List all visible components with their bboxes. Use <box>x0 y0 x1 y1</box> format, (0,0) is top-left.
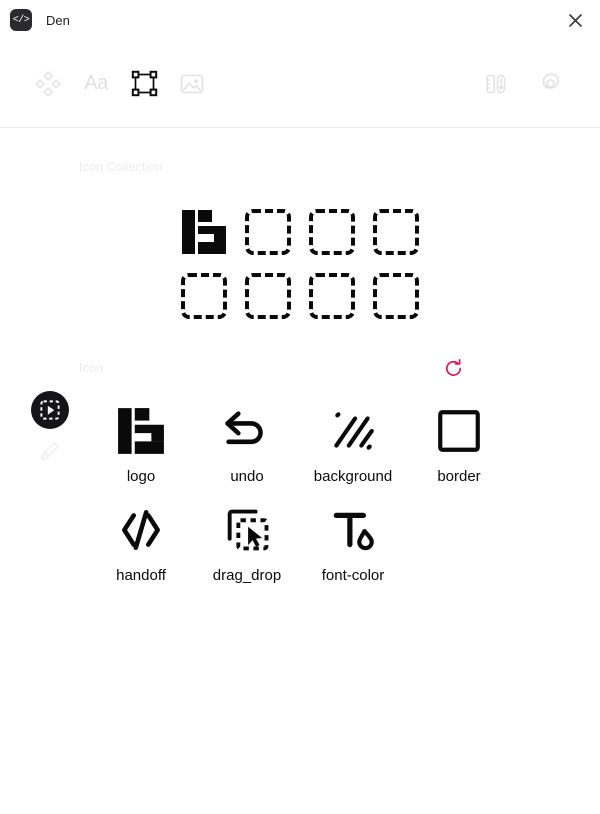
square-outline-icon <box>438 410 480 452</box>
icon-label: undo <box>230 468 264 485</box>
icon-label: handoff <box>116 567 166 584</box>
dashed-placeholder-icon <box>245 209 291 255</box>
frame-tool-button[interactable] <box>124 64 164 104</box>
collection-placeholder-cell[interactable] <box>236 200 300 264</box>
text-tool-button[interactable]: Aa <box>76 64 116 104</box>
icon-item-handoff[interactable]: handoff <box>88 493 194 592</box>
four-diamonds-icon <box>35 70 61 97</box>
logo-icon <box>182 210 226 254</box>
dashed-placeholder-icon <box>373 209 419 255</box>
content-area: Icon Collection Icon logo undo backgroun… <box>0 128 600 592</box>
collection-placeholder-cell[interactable] <box>364 264 428 328</box>
collection-placeholder-cell[interactable] <box>172 264 236 328</box>
icon-art <box>324 501 382 559</box>
close-icon <box>568 13 582 27</box>
icon-label: border <box>437 468 481 485</box>
collection-grid-wrap <box>0 200 600 328</box>
icon-art <box>218 402 276 460</box>
code-slash-icon <box>122 509 160 550</box>
icon-collection-grid <box>172 200 428 328</box>
icon-results-grid: logo undo background border handoff drag… <box>0 394 600 592</box>
image-icon <box>180 74 204 93</box>
icon-label: drag_drop <box>212 567 282 584</box>
icon-art <box>430 402 488 460</box>
icon-item-undo[interactable]: undo <box>194 394 300 493</box>
diagonal-stripes-icon <box>334 412 374 450</box>
settings-button[interactable] <box>530 64 570 104</box>
collection-placeholder-cell[interactable] <box>300 264 364 328</box>
icon-item-background[interactable]: background <box>300 394 406 493</box>
icon-art <box>218 501 276 559</box>
gear-icon <box>542 72 559 90</box>
logo-icon <box>118 408 164 454</box>
app-window: </> Den Aa Icon Collection Icon logo und… <box>0 0 600 814</box>
frame-cursor-icon <box>40 400 60 420</box>
shapes-tool-button[interactable] <box>28 64 68 104</box>
icon-label: font-color <box>321 567 385 584</box>
icon-art <box>112 402 170 460</box>
toolbar-right-group <box>476 64 570 104</box>
icon-art <box>324 402 382 460</box>
icon-art <box>112 501 170 559</box>
icon-label: background <box>313 468 393 485</box>
brush-tool-ghost[interactable] <box>39 440 61 462</box>
icon-section-header: Icon <box>0 356 600 380</box>
icon-item-font-color[interactable]: font-color <box>300 493 406 592</box>
dashed-placeholder-icon <box>373 273 419 319</box>
drag-drop-cursor-icon <box>227 509 269 551</box>
icon-collection-label: Icon Collection <box>79 160 163 174</box>
close-button[interactable] <box>562 7 588 33</box>
icon-item-border[interactable]: border <box>406 394 512 493</box>
icon-label: logo <box>126 468 156 485</box>
selection-frame-icon <box>131 70 157 97</box>
measure-tool-button[interactable] <box>476 64 516 104</box>
page-title: Den <box>46 12 70 28</box>
toolbar-left-group: Aa <box>28 64 212 104</box>
toolbar: Aa <box>0 40 600 128</box>
dashed-placeholder-icon <box>309 273 355 319</box>
collection-placeholder-cell[interactable] <box>236 264 300 328</box>
ruler-icon <box>486 74 506 93</box>
text-aa-icon: Aa <box>84 72 108 94</box>
select-frame-fab[interactable] <box>31 391 69 429</box>
icon-section-label: Icon <box>79 361 104 375</box>
image-tool-button[interactable] <box>172 64 212 104</box>
refresh-icon <box>445 358 461 376</box>
dashed-placeholder-icon <box>181 273 227 319</box>
code-brackets-icon: </> <box>10 9 32 31</box>
collection-placeholder-cell[interactable] <box>300 200 364 264</box>
undo-arrow-icon <box>225 411 263 445</box>
icon-item-logo[interactable]: logo <box>88 394 194 493</box>
paintbrush-icon <box>40 442 59 460</box>
title-bar: </> Den <box>0 0 600 40</box>
dashed-placeholder-icon <box>245 273 291 319</box>
collection-placeholder-cell[interactable] <box>364 200 428 264</box>
app-logo-glyph: </> <box>12 14 30 26</box>
refresh-button[interactable] <box>441 356 465 380</box>
font-color-icon <box>333 512 374 551</box>
dashed-placeholder-icon <box>309 209 355 255</box>
collection-logo-cell[interactable] <box>172 200 236 264</box>
icon-item-drag-drop[interactable]: drag_drop <box>194 493 300 592</box>
